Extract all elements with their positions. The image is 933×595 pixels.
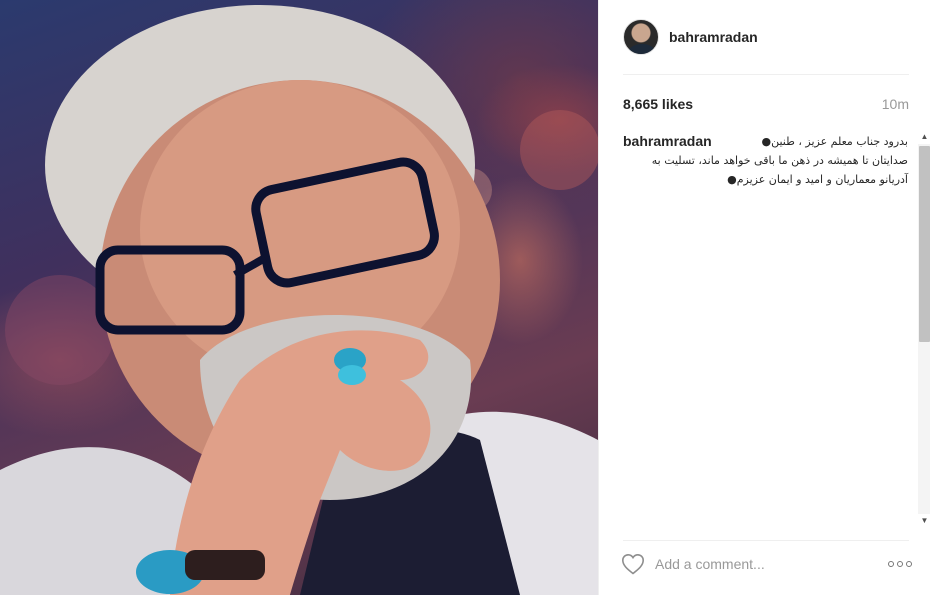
likes-count[interactable]: 8,665 likes	[623, 96, 693, 112]
instagram-post: bahramradan 8,665 likes 10m bahramradan …	[0, 0, 933, 595]
caption: bahramradan بدرود جناب معلم عزیز ، طنین●…	[623, 132, 908, 189]
comments-list: bahramradan بدرود جناب معلم عزیز ، طنین●…	[623, 132, 908, 527]
dot-icon	[906, 561, 912, 567]
header-divider	[623, 74, 909, 75]
dot-icon	[897, 561, 903, 567]
scroll-down-arrow-icon[interactable]: ▼	[920, 516, 929, 526]
comments-scrollbar-thumb[interactable]	[919, 146, 930, 342]
caption-line: آدریانو معماریان و امید و ایمان عزیزم●	[727, 173, 908, 186]
heart-outline-icon[interactable]	[621, 553, 645, 575]
post-side-panel: bahramradan 8,665 likes 10m bahramradan …	[598, 0, 933, 595]
post-photo[interactable]	[0, 0, 598, 595]
dot-icon	[888, 561, 894, 567]
caption-username[interactable]: bahramradan	[623, 132, 712, 151]
caption-line: صدایتان تا همیشه در ذهن ما باقی خواهد ما…	[651, 154, 908, 167]
scroll-up-arrow-icon[interactable]: ▲	[920, 132, 929, 142]
header-username[interactable]: bahramradan	[669, 29, 758, 45]
portrait-illustration	[0, 5, 598, 595]
post-timestamp[interactable]: 10m	[882, 96, 909, 112]
post-footer	[599, 541, 933, 587]
avatar[interactable]	[623, 19, 659, 55]
more-options-icon[interactable]	[888, 554, 912, 574]
post-header: bahramradan	[599, 0, 933, 74]
comment-input[interactable]	[655, 552, 875, 576]
post-stats: 8,665 likes 10m	[623, 94, 909, 114]
